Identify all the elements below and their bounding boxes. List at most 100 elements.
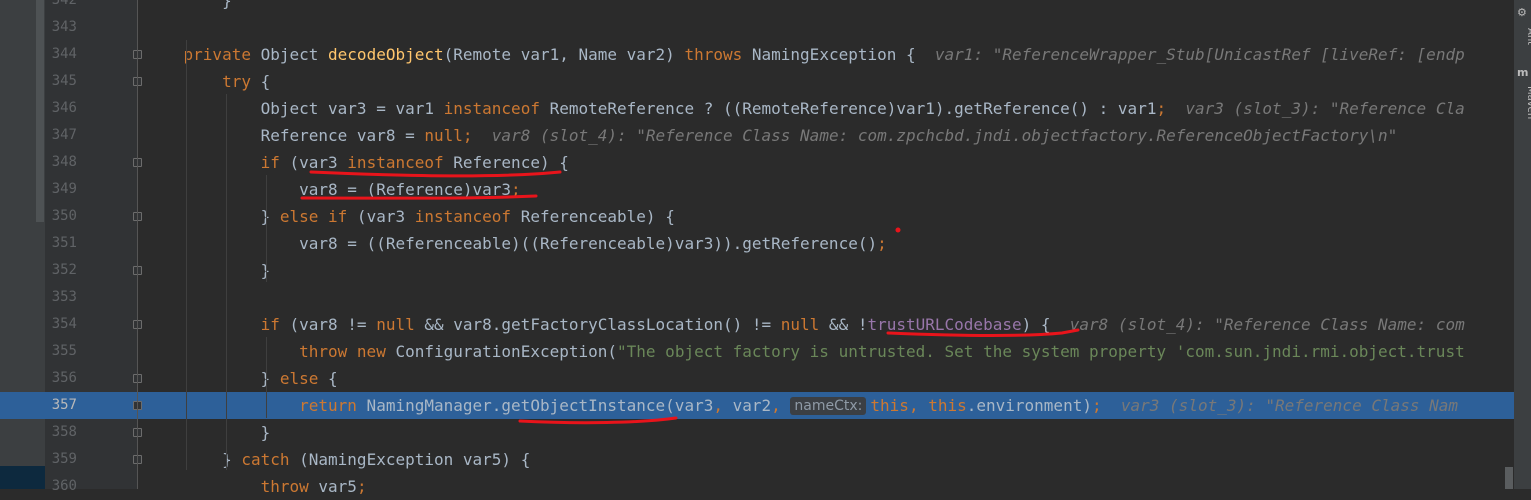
code-token: catch [241,450,290,469]
line-number[interactable]: 360 [45,473,77,500]
code-text: Object var3 = var1 instanceof RemoteRefe… [145,95,1465,122]
code-token: (var3 [279,153,348,172]
code-token: ) { [1021,315,1070,334]
code-text: if (var3 instanceof Reference) { [145,149,569,176]
code-line[interactable]: 360 throw var5; [0,473,1515,500]
code-line[interactable]: 351 var8 = ((Referenceable)((Referenceab… [0,230,1515,257]
ant-tool-label[interactable]: Ant [1510,22,1531,52]
maven-icon[interactable]: m [1517,66,1528,79]
code-line[interactable]: 352 } [0,257,1515,284]
code-token: throw [260,477,309,496]
code-token: instanceof [347,153,444,172]
code-line[interactable]: 345 try { [0,68,1515,95]
code-text: private Object decodeObject(Remote var1,… [145,41,1465,68]
code-token: && ! [819,315,868,334]
code-token: .environment) [966,396,1092,415]
code-line[interactable]: 353 [0,284,1515,311]
right-tool-strip: ⚙ Ant m Maven [1514,0,1531,489]
code-line[interactable]: 346 Object var3 = var1 instanceof Remote… [0,95,1515,122]
code-token: Referenceable) { [511,207,675,226]
line-number[interactable]: 343 [45,14,77,41]
code-token: } [145,0,232,10]
code-token: null [780,315,820,334]
inline-debug-value: var3 (slot_3): "Reference Class Nam [1120,396,1459,415]
code-line[interactable]: 359 } catch (NamingException var5) { [0,446,1515,473]
line-number[interactable]: 358 [45,419,77,446]
code-line[interactable]: 355 throw new ConfigurationException("Th… [0,338,1515,365]
ant-icon[interactable]: ⚙ [1517,6,1527,19]
line-number[interactable]: 357 [45,392,77,419]
line-number[interactable]: 346 [45,95,77,122]
code-token: instanceof [443,99,540,118]
code-line[interactable]: 347 Reference var8 = null; var8 (slot_4)… [0,122,1515,149]
line-number[interactable]: 354 [45,311,77,338]
code-text: try { [145,68,270,95]
code-token: } [145,261,271,280]
line-number[interactable]: 351 [45,230,77,257]
code-token: NamingException { [742,45,935,64]
code-token: Object [250,45,329,64]
code-text: Reference var8 = null; var8 (slot_4): "R… [145,122,1398,149]
code-line[interactable]: 357 return NamingManager.getObjectInstan… [0,392,1515,419]
code-token: private [183,45,251,64]
line-number[interactable]: 344 [45,41,77,68]
line-number[interactable]: 359 [45,446,77,473]
code-line[interactable]: 349 var8 = (Reference)var3; [0,176,1515,203]
code-text: } [145,257,271,284]
code-text: } [145,419,271,446]
code-line[interactable]: 348 if (var3 instanceof Reference) { [0,149,1515,176]
gutter-separator [137,0,138,489]
inline-debug-value: var8 (slot_4): "Reference Class Name: co… [1069,315,1465,334]
code-token: throws [684,45,743,64]
line-number[interactable]: 356 [45,365,77,392]
code-token: ConfigurationException( [385,342,618,361]
code-token: } [145,369,280,388]
line-number[interactable]: 345 [45,68,77,95]
inline-debug-value: var8 (slot_4): "Reference Class Name: co… [491,126,1398,145]
code-text: if (var8 != null && var8.getFactoryClass… [145,311,1465,338]
code-line[interactable]: 343 [0,14,1515,41]
line-number[interactable]: 352 [45,257,77,284]
code-token: ; [511,180,521,199]
code-token: instanceof [414,207,512,226]
line-number[interactable]: 350 [45,203,77,230]
code-token: var8 = ((Referenceable)((Referenceable)v… [145,234,878,253]
maven-tool-label[interactable]: Maven [1510,82,1531,124]
inline-debug-value: var1: "ReferenceWrapper_Stub[UnicastRef … [934,45,1465,64]
code-line[interactable]: 356 } else { [0,365,1515,392]
code-token: else [279,369,319,388]
line-number[interactable]: 348 [45,149,77,176]
code-text: } else { [145,365,338,392]
code-token: if [260,315,280,334]
line-number[interactable]: 342 [45,0,77,14]
code-token: ; [356,477,367,496]
code-token: { [250,72,271,91]
code-line[interactable]: 358 } [0,419,1515,446]
editor-scrollbar-thumb[interactable] [1505,467,1513,489]
line-number[interactable]: 349 [45,176,77,203]
code-token: ; [462,126,473,145]
code-text: } catch (NamingException var5) { [145,446,530,473]
code-token: "The object factory is untrusted. Set th… [617,342,1465,361]
code-token: try [222,72,251,91]
line-number[interactable]: 347 [45,122,77,149]
line-number[interactable]: 355 [45,338,77,365]
code-line[interactable]: 342 } [0,0,1515,14]
code-text: return NamingManager.getObjectInstance(v… [145,392,1458,419]
indent-guide [266,337,267,418]
code-token: , [713,396,723,415]
code-token: Reference) { [443,153,569,172]
indent-guide [226,94,227,470]
line-number[interactable]: 353 [45,284,77,311]
code-line[interactable]: 344 private Object decodeObject(Remote v… [0,41,1515,68]
code-token: , [908,396,929,415]
code-token: (var8 != [279,315,377,334]
code-token: ; [1091,396,1102,415]
code-line[interactable]: 350 } else if (var3 instanceof Reference… [0,203,1515,230]
code-line[interactable]: 354 if (var8 != null && var8.getFactoryC… [0,311,1515,338]
